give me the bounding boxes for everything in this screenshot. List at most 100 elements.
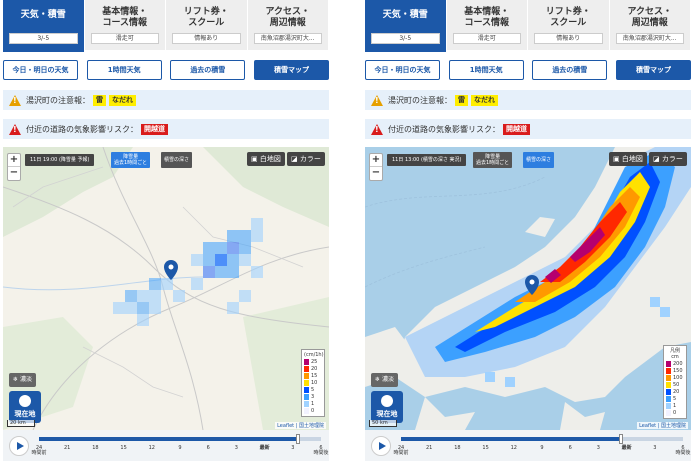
zoom-control: + − bbox=[369, 153, 383, 181]
snow-depth-button[interactable]: 積雪の深さ bbox=[161, 152, 193, 168]
timeline-tick[interactable]: 12 bbox=[144, 446, 160, 451]
zoom-out-button[interactable]: − bbox=[370, 167, 382, 180]
tab-weather-snow[interactable]: 天気・積雪 3/-5 bbox=[3, 0, 85, 52]
play-icon[interactable] bbox=[371, 436, 391, 456]
timeline: 24 時間前 21 18 15 12 9 6 3 最新 3 6 時間後 bbox=[365, 430, 691, 461]
white-map-button[interactable]: ▣ 白地図 bbox=[609, 152, 647, 166]
timeline-tick[interactable]: 9 bbox=[534, 446, 550, 451]
subtab-past-snow[interactable]: 過去の積雪 bbox=[170, 60, 246, 80]
timeline-tick[interactable]: 21 bbox=[59, 446, 75, 451]
road-risk-tag[interactable]: 開越道 bbox=[503, 123, 530, 135]
color-map-label: カラー bbox=[661, 155, 683, 163]
tab-basic-info[interactable]: 基本情報・ コース情報滑走可 bbox=[84, 0, 166, 50]
legend-value: 5 bbox=[673, 395, 677, 402]
legend-value: 1 bbox=[673, 402, 677, 409]
sub-tabs: 今日・明日の天気 1時間天気 過去の積雪 積雪マップ bbox=[365, 60, 691, 81]
legend-row: 3 bbox=[304, 393, 322, 400]
timeline-fill bbox=[39, 437, 299, 441]
snowfall-hourly-button[interactable]: 降雪量 過去1時間ごと bbox=[473, 152, 513, 168]
road-risk-bar: 付近の道路の気象影響リスク： 開越道 bbox=[3, 119, 329, 139]
subtab-today-tomorrow[interactable]: 今日・明日の天気 bbox=[3, 60, 78, 80]
snow-panel-forecast: 天気・積雪 3/-5 基本情報・ コース情報 滑走可 リフト券・ スクール 情報あり … bbox=[3, 0, 331, 461]
timeline-tick[interactable]: 6 bbox=[200, 446, 216, 451]
zoom-out-button[interactable]: − bbox=[8, 167, 20, 180]
subtab-hourly[interactable]: 1時間天気 bbox=[448, 60, 524, 80]
timeline-tick[interactable]: 6 時間後 bbox=[675, 446, 691, 456]
subtab-snow-map[interactable]: 積雪マップ bbox=[253, 60, 329, 80]
location-label: 現在地 bbox=[14, 410, 36, 418]
map-attribution[interactable]: Leaflet | 国土地理院 bbox=[637, 422, 688, 429]
snow-map[interactable]: + − 11日 19:00 (降雪量 予報) 降雪量 過去1時間ごと 積雪の深さ… bbox=[3, 147, 329, 430]
map-icon: ◪ bbox=[291, 155, 298, 163]
advisory-tag-avalanche[interactable]: なだれ bbox=[109, 94, 136, 106]
road-risk-label: 付近の道路の気象影響リスク： bbox=[26, 124, 138, 134]
tab-weather-snow[interactable]: 天気・積雪 3/-5 bbox=[365, 0, 447, 52]
timeline-tick[interactable]: 24 時間前 bbox=[31, 446, 47, 456]
tab-access[interactable]: アクセス・ 周辺情報 南魚沼郡湯沢町大... bbox=[609, 0, 691, 50]
tab-label: アクセス・ 周辺情報 bbox=[265, 7, 311, 28]
current-location-button[interactable]: 現在地 bbox=[371, 391, 403, 423]
shading-button[interactable]: ❄ 濃淡 bbox=[371, 373, 398, 387]
timeline-tick[interactable]: 3 bbox=[647, 446, 663, 451]
subtab-today-tomorrow[interactable]: 今日・明日の天気 bbox=[365, 60, 440, 80]
legend-row: 150 bbox=[666, 367, 684, 374]
tab-sub-value: 滑走可 bbox=[90, 33, 159, 44]
advisory-tag-thunder[interactable]: 雷 bbox=[455, 94, 468, 106]
tab-access[interactable]: アクセス・ 周辺情報 南魚沼郡湯沢町大... bbox=[247, 0, 329, 50]
timeline-tick[interactable]: 15 bbox=[116, 446, 132, 451]
legend-swatch bbox=[304, 372, 309, 379]
legend-value: 0 bbox=[673, 409, 677, 416]
zoom-in-button[interactable]: + bbox=[8, 154, 20, 167]
shading-button[interactable]: ❄ 濃淡 bbox=[9, 373, 36, 387]
timeline-tick[interactable]: 最新 bbox=[619, 446, 635, 451]
legend-row: 25 bbox=[304, 358, 322, 365]
timeline-tick[interactable]: 6 bbox=[562, 446, 578, 451]
color-map-button[interactable]: ◪ カラー bbox=[287, 152, 325, 166]
snowfall-hourly-button[interactable]: 降雪量 過去1時間ごと bbox=[111, 152, 151, 168]
play-icon[interactable] bbox=[9, 436, 29, 456]
timeline-tick[interactable]: 9 bbox=[172, 446, 188, 451]
map-background bbox=[365, 147, 691, 430]
legend-swatch bbox=[304, 386, 309, 393]
timeline-tick[interactable]: 3 bbox=[285, 446, 301, 451]
legend-row: 5 bbox=[304, 386, 322, 393]
timeline-tick[interactable]: 最新 bbox=[257, 446, 273, 451]
white-map-button[interactable]: ▣ 白地図 bbox=[247, 152, 285, 166]
timeline-ticks: 24 時間前 21 18 15 12 9 6 3 最新 3 6 時間後 bbox=[393, 446, 691, 460]
timeline-tick[interactable]: 3 bbox=[228, 446, 244, 451]
timeline-knob[interactable] bbox=[296, 434, 301, 444]
legend-row: 0 bbox=[666, 409, 684, 416]
current-location-button[interactable]: 現在地 bbox=[9, 391, 41, 423]
timeline-tick[interactable]: 18 bbox=[449, 446, 465, 451]
timeline-knob[interactable] bbox=[618, 434, 623, 444]
map-attribution[interactable]: Leaflet | 国土地理院 bbox=[275, 422, 326, 429]
timeline-tick[interactable]: 24 時間前 bbox=[393, 446, 409, 456]
map-icon: ▣ bbox=[251, 155, 258, 163]
advisory-tag-thunder[interactable]: 雷 bbox=[93, 94, 106, 106]
warning-icon bbox=[9, 123, 21, 135]
subtab-snow-map[interactable]: 積雪マップ bbox=[615, 60, 691, 80]
tab-label: 基本情報・ コース情報 bbox=[102, 7, 148, 28]
zoom-in-button[interactable]: + bbox=[370, 154, 382, 167]
snow-map[interactable]: + − 11日 13:00 (積雪の深さ 実況) 降雪量 過去1時間ごと 積雪の… bbox=[365, 147, 691, 430]
shading-label: 濃淡 bbox=[19, 376, 32, 383]
shading-label: 濃淡 bbox=[381, 376, 394, 383]
timeline-tick[interactable]: 18 bbox=[87, 446, 103, 451]
advisory-tag-avalanche[interactable]: なだれ bbox=[471, 94, 498, 106]
timeline-tick[interactable]: 15 bbox=[478, 446, 494, 451]
timeline-tick[interactable]: 12 bbox=[506, 446, 522, 451]
map-icon: ◪ bbox=[653, 155, 660, 163]
timeline-tick[interactable]: 6 時間後 bbox=[313, 446, 329, 456]
timeline-tick[interactable]: 3 bbox=[590, 446, 606, 451]
tab-lift-ticket[interactable]: リフト券・ スクール 情報あり bbox=[528, 0, 610, 50]
timeline-track[interactable] bbox=[401, 434, 683, 444]
road-risk-tag[interactable]: 開越道 bbox=[141, 123, 168, 135]
subtab-hourly[interactable]: 1時間天気 bbox=[86, 60, 162, 80]
subtab-past-snow[interactable]: 過去の積雪 bbox=[532, 60, 608, 80]
timeline-track[interactable] bbox=[39, 434, 321, 444]
timeline-tick[interactable]: 21 bbox=[421, 446, 437, 451]
tab-basic-info[interactable]: 基本情報・ コース情報 滑走可 bbox=[446, 0, 528, 50]
color-map-button[interactable]: ◪ カラー bbox=[649, 152, 687, 166]
tab-lift-ticket[interactable]: リフト券・ スクール 情報あり bbox=[166, 0, 248, 50]
snow-depth-button[interactable]: 積雪の深さ bbox=[523, 152, 555, 168]
